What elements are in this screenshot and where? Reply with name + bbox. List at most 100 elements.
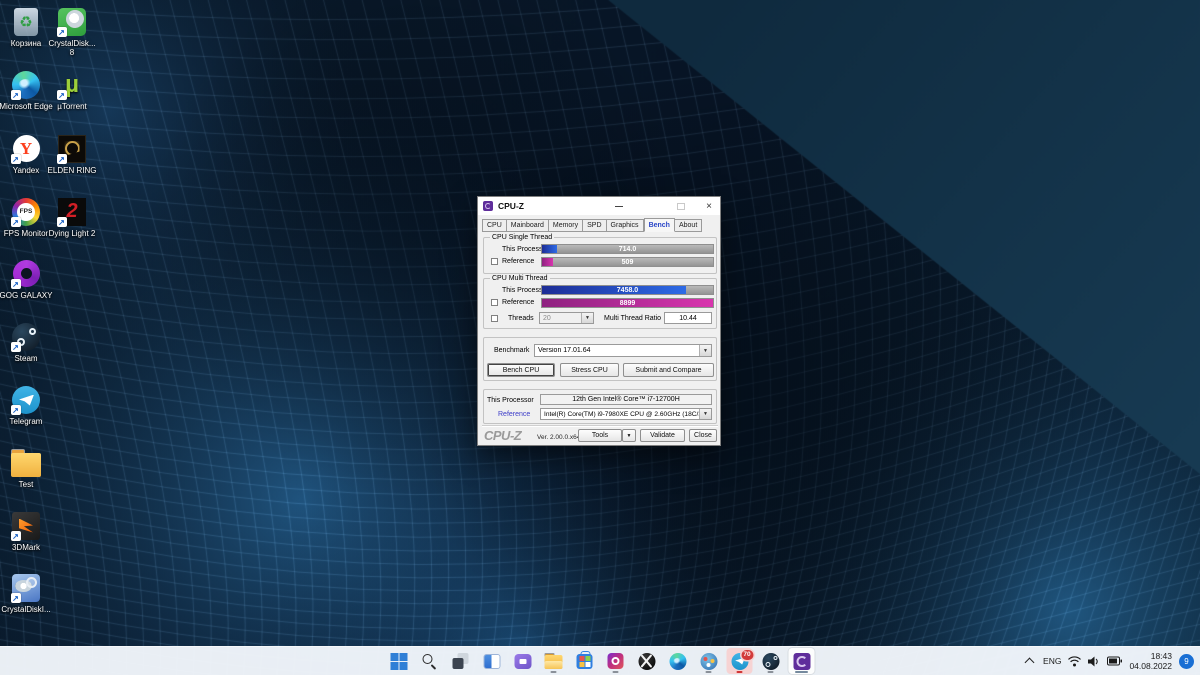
microsoft-store-button[interactable] bbox=[572, 648, 598, 674]
tab-about[interactable]: About bbox=[675, 219, 702, 232]
task-view-button[interactable] bbox=[448, 648, 474, 674]
telegram-button[interactable]: 70 bbox=[727, 648, 753, 674]
stress-cpu-button[interactable]: Stress CPU bbox=[560, 363, 619, 377]
threads-select[interactable]: 20▼ bbox=[539, 312, 594, 324]
desktop-icon-label: Dying Light 2 bbox=[49, 229, 96, 238]
start-button[interactable] bbox=[386, 648, 412, 674]
desktop-icon-3dmark[interactable]: ↗ 3DMark bbox=[0, 510, 55, 552]
widgets-button[interactable] bbox=[479, 648, 505, 674]
shortcut-arrow-icon: ↗ bbox=[11, 531, 21, 541]
group-title: CPU Multi Thread bbox=[490, 275, 550, 282]
desktop-icon-label: CrystalDisk... 8 bbox=[48, 39, 95, 57]
edge-icon bbox=[669, 653, 686, 670]
file-explorer-button[interactable] bbox=[541, 648, 567, 674]
chat-button[interactable] bbox=[510, 648, 536, 674]
desktop-icon-elden-ring[interactable]: ↗ ELDEN RING bbox=[43, 133, 101, 175]
shortcut-arrow-icon: ↗ bbox=[11, 342, 21, 352]
telegram-icon: ↗ bbox=[11, 384, 42, 415]
single-thread-group: CPU Single Thread This Processor 714.0 R… bbox=[483, 237, 717, 274]
submit-compare-button[interactable]: Submit and Compare bbox=[623, 363, 714, 377]
cpuz-app-icon bbox=[483, 201, 493, 211]
desktop-icon-crystaldiskinfo-8[interactable]: ↗ CrystalDisk... 8 bbox=[43, 6, 101, 57]
reference-label: Reference bbox=[498, 411, 530, 418]
multi-this-bar: 7458.0 bbox=[541, 285, 714, 295]
tab-spd[interactable]: SPD bbox=[583, 219, 606, 232]
window-title: CPU-Z bbox=[498, 201, 524, 211]
xbox-icon bbox=[638, 653, 655, 670]
desktop-icon-utorrent[interactable]: µ ↗ µTorrent bbox=[43, 69, 101, 111]
shortcut-arrow-icon: ↗ bbox=[11, 279, 21, 289]
desktop-icon-label: Test bbox=[19, 480, 34, 489]
tab-memory[interactable]: Memory bbox=[549, 219, 583, 232]
ratio-value-field: 10.44 bbox=[664, 312, 712, 324]
taskbar: 70 ENG 18:43 bbox=[0, 646, 1200, 675]
desktop-icon-dying-light-2[interactable]: 2 ↗ Dying Light 2 bbox=[43, 196, 101, 238]
close-icon[interactable]: × bbox=[700, 197, 718, 215]
utorrent-icon: µ ↗ bbox=[57, 69, 88, 100]
notification-count-badge[interactable]: 9 bbox=[1179, 654, 1194, 669]
widgets-icon bbox=[483, 654, 500, 669]
desktop-icon-label: Корзина bbox=[11, 39, 41, 48]
benchmark-group: Benchmark Version 17.01.64▼ Bench CPU St… bbox=[483, 337, 717, 381]
steam-button[interactable] bbox=[758, 648, 784, 674]
desktop-icon-crystaldiskinfo[interactable]: ↗ CrystalDiskI... bbox=[0, 572, 55, 614]
volume-icon[interactable] bbox=[1088, 656, 1100, 667]
desktop-icon-label: 3DMark bbox=[12, 543, 40, 552]
multi-reference-checkbox[interactable] bbox=[491, 299, 498, 306]
wifi-icon[interactable] bbox=[1068, 656, 1081, 667]
tools-dropdown-button[interactable]: ▼ bbox=[622, 429, 636, 442]
search-button[interactable] bbox=[417, 648, 443, 674]
version-text: Ver. 2.00.0.x64 bbox=[537, 434, 580, 441]
multi-thread-group: CPU Multi Thread This Processor 7458.0 R… bbox=[483, 278, 717, 329]
photos-app-button[interactable] bbox=[603, 648, 629, 674]
desktop-icon-label: ELDEN RING bbox=[48, 166, 97, 175]
desktop-icon-gog-galaxy[interactable]: ↗ GOG GALAXY bbox=[0, 258, 55, 300]
language-indicator[interactable]: ENG bbox=[1043, 656, 1061, 666]
single-reference-checkbox[interactable] bbox=[491, 258, 498, 265]
minimize-button[interactable] bbox=[610, 197, 628, 215]
shortcut-arrow-icon: ↗ bbox=[11, 593, 21, 603]
paint-app-button[interactable] bbox=[696, 648, 722, 674]
crystaldiskinfo-icon: ↗ bbox=[11, 572, 42, 603]
battery-icon[interactable] bbox=[1107, 656, 1122, 666]
tab-cpu[interactable]: CPU bbox=[482, 219, 507, 232]
bench-cpu-button[interactable]: Bench CPU bbox=[487, 363, 555, 377]
xbox-button[interactable] bbox=[634, 648, 660, 674]
tools-button[interactable]: Tools bbox=[578, 429, 622, 442]
single-this-score: 714.0 bbox=[542, 245, 713, 253]
validate-button[interactable]: Validate bbox=[640, 429, 685, 442]
close-button[interactable]: Close bbox=[689, 429, 717, 442]
desktop-icon-telegram[interactable]: ↗ Telegram bbox=[0, 384, 55, 426]
group-title: CPU Single Thread bbox=[490, 234, 554, 241]
tray-overflow-chevron-icon[interactable] bbox=[1026, 657, 1034, 665]
folder-icon bbox=[11, 447, 42, 478]
desktop-icon-steam[interactable]: ↗ Steam bbox=[0, 321, 55, 363]
fps-monitor-icon: FPS ↗ bbox=[11, 196, 42, 227]
desktop-icon-label: Yandex bbox=[13, 166, 40, 175]
steam-icon: ↗ bbox=[11, 321, 42, 352]
store-icon bbox=[577, 654, 593, 669]
reference-select[interactable]: Intel(R) Core(TM) i9-7980XE CPU @ 2.60GH… bbox=[540, 408, 712, 420]
microsoft-edge-icon: ↗ bbox=[11, 69, 42, 100]
photos-icon bbox=[608, 653, 624, 669]
yandex-icon: Y ↗ bbox=[11, 133, 42, 164]
shortcut-arrow-icon: ↗ bbox=[11, 154, 21, 164]
desktop-icon-test-folder[interactable]: Test bbox=[0, 447, 55, 489]
edge-button[interactable] bbox=[665, 648, 691, 674]
file-explorer-icon bbox=[545, 655, 563, 669]
maximize-button bbox=[672, 197, 690, 215]
shortcut-arrow-icon: ↗ bbox=[57, 90, 67, 100]
single-ref-label: Reference bbox=[502, 258, 534, 265]
tab-mainboard[interactable]: Mainboard bbox=[507, 219, 549, 232]
tab-bench[interactable]: Bench bbox=[644, 218, 675, 232]
dying-light-2-icon: 2 ↗ bbox=[57, 196, 88, 227]
tab-graphics[interactable]: Graphics bbox=[607, 219, 644, 232]
clock[interactable]: 18:43 04.08.2022 bbox=[1129, 651, 1172, 671]
telegram-unread-badge: 70 bbox=[741, 650, 753, 660]
telegram-icon: 70 bbox=[731, 653, 748, 670]
benchmark-select[interactable]: Version 17.01.64▼ bbox=[534, 344, 712, 357]
recycle-bin-icon: ♻ bbox=[11, 6, 42, 37]
threads-checkbox[interactable] bbox=[491, 315, 498, 322]
shortcut-arrow-icon: ↗ bbox=[11, 217, 21, 227]
cpuz-taskbar-button[interactable] bbox=[789, 648, 815, 674]
